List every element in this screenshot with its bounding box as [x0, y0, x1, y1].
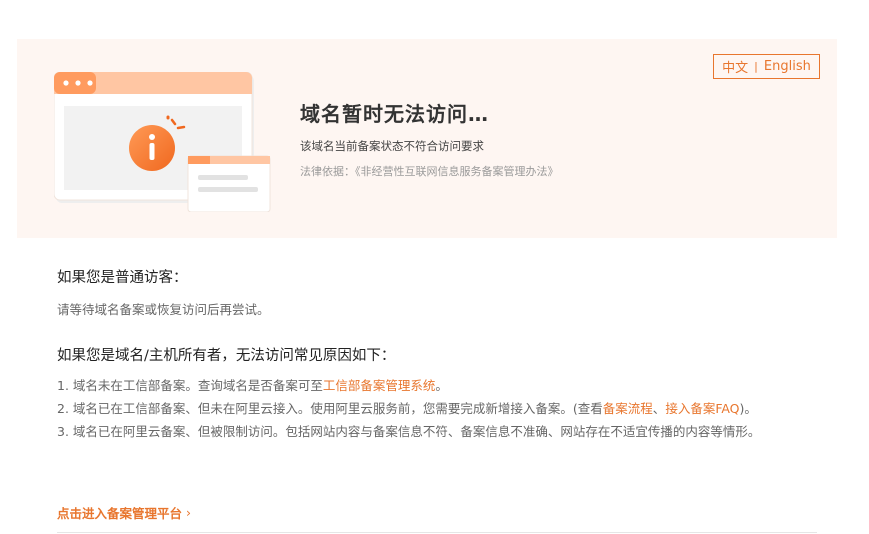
owner-heading: 如果您是域名/主机所有者，无法访问常见原因如下： [57, 348, 396, 364]
reason-2-end: )。 [739, 401, 757, 416]
lang-en-link[interactable]: English [764, 59, 811, 74]
reason-1-end: 。 [435, 378, 448, 393]
page-title: 域名暂时无法访问… [300, 102, 489, 126]
filing-platform-link[interactable]: 点击进入备案管理平台 › [57, 503, 191, 522]
reason-item-3: 3. 域名已在阿里云备案、但被限制访问。包括网站内容与备案信息不符、备案信息不准… [57, 420, 817, 443]
legal-basis: 法律依据：《非经营性互联网信息服务备案管理办法》 [300, 165, 559, 178]
divider [57, 532, 817, 533]
visitor-heading: 如果您是普通访客： [57, 270, 188, 286]
reason-1-text: 1. 域名未在工信部备案。查询域名是否备案可至 [57, 378, 323, 393]
filing-process-link[interactable]: 备案流程 [603, 401, 653, 416]
page-subtitle: 该域名当前备案状态不符合访问要求 [300, 139, 484, 153]
reason-3-text: 3. 域名已在阿里云备案、但被限制访问。包括网站内容与备案信息不符、备案信息不准… [57, 424, 761, 439]
warning-illustration [54, 72, 271, 212]
reason-item-1: 1. 域名未在工信部备案。查询域名是否备案可至工信部备案管理系统。 [57, 374, 817, 397]
filing-faq-link[interactable]: 接入备案FAQ [665, 401, 739, 416]
reasons-list: 1. 域名未在工信部备案。查询域名是否备案可至工信部备案管理系统。 2. 域名已… [57, 374, 817, 443]
miit-system-link[interactable]: 工信部备案管理系统 [323, 378, 436, 393]
cta-label: 点击进入备案管理平台 [57, 506, 183, 521]
lang-separator: | [754, 60, 758, 73]
lang-zh-link[interactable]: 中文 [722, 57, 748, 76]
reason-2-text: 2. 域名已在工信部备案、但未在阿里云接入。使用阿里云服务前，您需要完成新增接入… [57, 401, 603, 416]
visitor-text: 请等待域名备案或恢复访问后再尝试。 [57, 302, 270, 317]
language-switcher: 中文 | English [713, 54, 820, 79]
reason-2-sep: 、 [652, 401, 666, 416]
reason-item-2: 2. 域名已在工信部备案、但未在阿里云接入。使用阿里云服务前，您需要完成新增接入… [57, 397, 817, 420]
chevron-right-icon: › [186, 505, 192, 520]
